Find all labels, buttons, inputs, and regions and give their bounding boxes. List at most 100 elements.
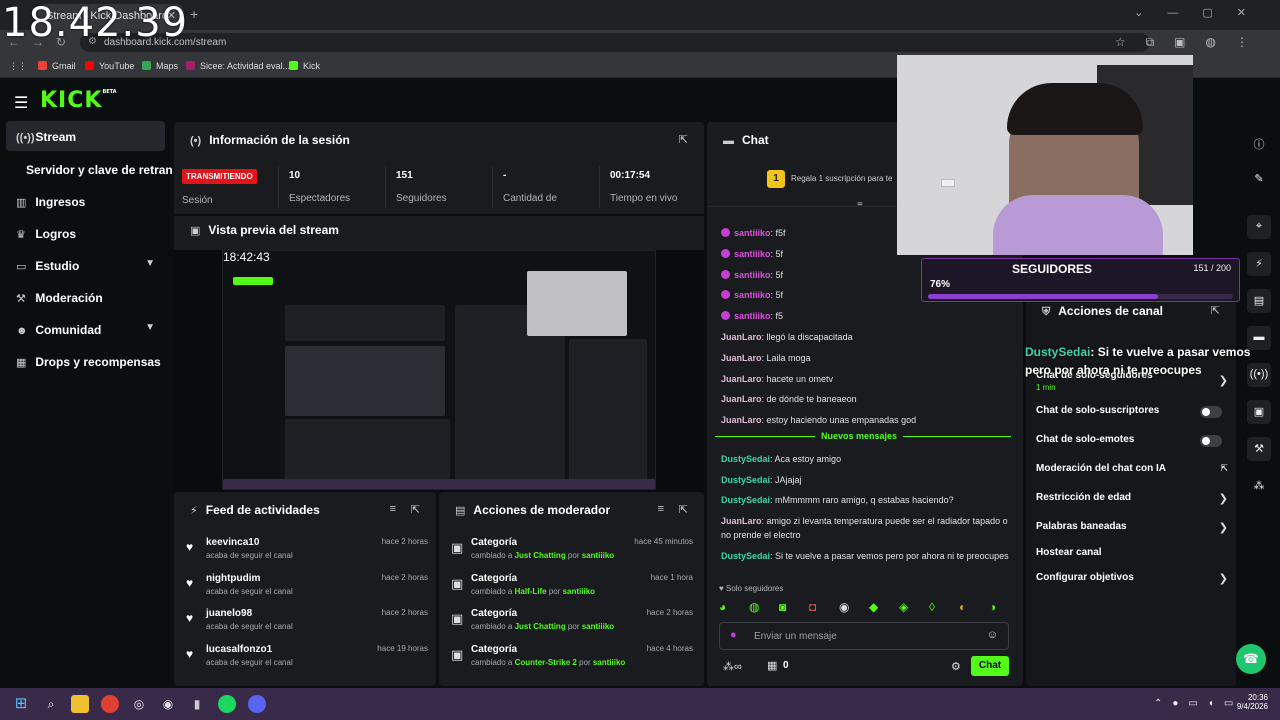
emote-icon[interactable]: ◍ [749, 600, 759, 614]
app-icon[interactable]: ▮ [188, 695, 206, 713]
feed-username[interactable]: nightpudim [206, 573, 260, 584]
bookmark-sicee[interactable]: Sicee: Actividad eval... [186, 61, 290, 71]
chat-username[interactable]: JuanLaro [721, 353, 762, 363]
hamburger-menu-icon[interactable]: ☰ [14, 93, 28, 113]
filter-icon[interactable]: ≡ [390, 503, 396, 515]
chat-username[interactable]: santiiiko [734, 270, 771, 280]
emote-icon[interactable]: ◐ [959, 600, 966, 614]
popout-icon[interactable]: ⇱ [1211, 304, 1220, 317]
sidebar-item-logros[interactable]: ♛ Logros [6, 218, 165, 248]
filter-icon[interactable]: ≡ [658, 503, 664, 515]
sidebar-item-estudio[interactable]: ▭ Estudio ▼ [6, 250, 165, 280]
sidebar-item-drops[interactable]: ▦ Drops y recompensas [6, 346, 165, 376]
emotes-only-toggle[interactable] [1200, 435, 1222, 447]
mod-action-category[interactable]: Just Chatting [515, 551, 566, 560]
chat-username[interactable]: JuanLaro [721, 374, 762, 384]
chat-settings-icon[interactable]: ⚙ [951, 660, 961, 673]
sidebar-item-comunidad[interactable]: ☻ Comunidad ▼ [6, 314, 165, 344]
bookmark-youtube[interactable]: YouTube [85, 61, 134, 71]
edit-icon[interactable]: ✎ [1247, 167, 1271, 191]
hammer-icon[interactable]: ⚒ [1247, 437, 1271, 461]
bookmark-kick[interactable]: Kick [289, 61, 320, 71]
apps-icon[interactable]: ⋮⋮ [9, 61, 27, 72]
feed-username[interactable]: juanelo98 [206, 608, 252, 619]
target-icon[interactable]: ⌖ [1247, 215, 1271, 239]
emote-icon[interactable]: ◆ [869, 600, 878, 614]
emoji-picker-icon[interactable]: ☺ [987, 629, 998, 641]
popout-icon[interactable]: ⇱ [679, 503, 688, 516]
feed-username[interactable]: lucasalfonzo1 [206, 644, 272, 655]
mod-action-user[interactable]: santiiiko [593, 658, 625, 667]
emote-icon[interactable]: ◉ [839, 600, 849, 614]
info-icon[interactable]: ⓘ [1247, 131, 1271, 155]
support-chat-icon[interactable]: ☎ [1236, 644, 1266, 674]
points-icon[interactable]: ▦ [767, 659, 777, 672]
file-explorer-icon[interactable] [71, 695, 89, 713]
feed-username[interactable]: keevinca10 [206, 537, 259, 548]
search-icon[interactable]: ⌕ [42, 695, 60, 713]
chat-username[interactable]: JuanLaro [721, 394, 762, 404]
mod-action-category[interactable]: Just Chatting [515, 622, 566, 631]
kick-logo[interactable]: KICKBETA [40, 88, 117, 113]
discord-icon[interactable] [248, 695, 266, 713]
popout-icon[interactable]: ⇱ [411, 503, 420, 516]
chat-input[interactable]: ● Enviar un mensaje ☺ [719, 622, 1009, 650]
chat-username[interactable]: JuanLaro [721, 332, 762, 342]
obs-icon[interactable]: ◎ [130, 695, 148, 713]
chat-username[interactable]: DustySedai [721, 454, 770, 464]
extension-icons[interactable]: ☆⧉▣◍⋮ [1115, 35, 1268, 50]
chat-username[interactable]: DustySedai [721, 475, 770, 485]
action-subscribers-only[interactable]: Chat de solo-suscriptores [1036, 405, 1226, 421]
windows-start-icon[interactable]: ⊞ [12, 695, 30, 713]
chat-username[interactable]: DustySedai [721, 551, 770, 561]
action-age-restriction[interactable]: Restricción de edad ❯ [1036, 492, 1228, 508]
emote-icon[interactable]: ◘ [809, 600, 816, 614]
mod-action-user[interactable]: santiiiko [582, 622, 614, 631]
lightning-icon[interactable]: ⚡ [1247, 252, 1271, 276]
sidebar-item-ingresos[interactable]: ▥ Ingresos [6, 186, 165, 216]
steam-icon[interactable]: ◉ [159, 695, 177, 713]
community-icon[interactable]: ⁂ [1247, 474, 1271, 498]
stream-preview[interactable]: 18:42:43 [174, 250, 704, 492]
emote-icon[interactable]: ◊ [929, 600, 935, 614]
action-ai-moderation[interactable]: Moderación del chat con IA ⇱ [1036, 463, 1228, 479]
taskbar-clock[interactable]: 20:36 9/4/2026 [1232, 693, 1268, 711]
emote-icon[interactable]: ◙ [779, 600, 786, 614]
chat-username[interactable]: santiiiko [734, 249, 771, 259]
emote-icon[interactable]: ◕ [719, 600, 726, 614]
chat-username[interactable]: santiiiko [734, 228, 771, 238]
bookmark-maps[interactable]: Maps [142, 61, 178, 71]
new-tab-icon[interactable]: + [190, 6, 198, 22]
spotify-icon[interactable] [218, 695, 236, 713]
document-icon[interactable]: ▤ [1247, 289, 1271, 313]
bookmark-gmail[interactable]: Gmail [38, 61, 76, 71]
system-tray-icons[interactable]: ⌃●▭◖▭ [1154, 698, 1243, 709]
action-configure-goals[interactable]: Configurar objetivos ❯ [1036, 572, 1228, 588]
sidebar-item-server-key[interactable]: Servidor y clave de retransmisión [16, 154, 172, 184]
mod-action-category[interactable]: Half-Life [515, 587, 547, 596]
mod-action-user[interactable]: santiiiko [582, 551, 614, 560]
chat-username[interactable]: santiiiko [734, 311, 771, 321]
sidebar-item-moderacion[interactable]: ⚒ Moderación [6, 282, 165, 312]
popout-icon[interactable]: ⇱ [679, 133, 688, 146]
infinity-icon[interactable]: ⁂∞ [723, 660, 742, 673]
chat-username[interactable]: DustySedai [721, 495, 770, 505]
action-banned-words[interactable]: Palabras baneadas ❯ [1036, 521, 1228, 537]
emote-icon[interactable]: ◈ [899, 600, 908, 614]
chat-username[interactable]: santiiiko [734, 290, 771, 300]
chat-username[interactable]: JuanLaro [721, 415, 762, 425]
subscribers-only-toggle[interactable] [1200, 406, 1222, 418]
terminal-icon[interactable]: ▣ [1247, 400, 1271, 424]
mod-action-user[interactable]: santiiiko [563, 587, 595, 596]
action-emotes-only[interactable]: Chat de solo-emotes [1036, 434, 1226, 450]
send-chat-button[interactable]: Chat [971, 656, 1009, 676]
action-host-channel[interactable]: Hostear canal [1036, 547, 1226, 563]
emote-icon[interactable]: ◑ [989, 600, 996, 614]
url-field[interactable]: ⚙ dashboard.kick.com/stream [80, 33, 1150, 52]
chat-username[interactable]: JuanLaro [721, 516, 762, 526]
sidebar-item-stream[interactable]: ((•)) Stream [6, 121, 165, 151]
mod-action-category[interactable]: Counter-Strike 2 [515, 658, 577, 667]
window-controls[interactable]: ⌄—▢✕ [1134, 6, 1270, 19]
chrome-icon[interactable] [101, 695, 119, 713]
gift-sub-text[interactable]: Regala 1 suscripción para te [791, 174, 892, 183]
